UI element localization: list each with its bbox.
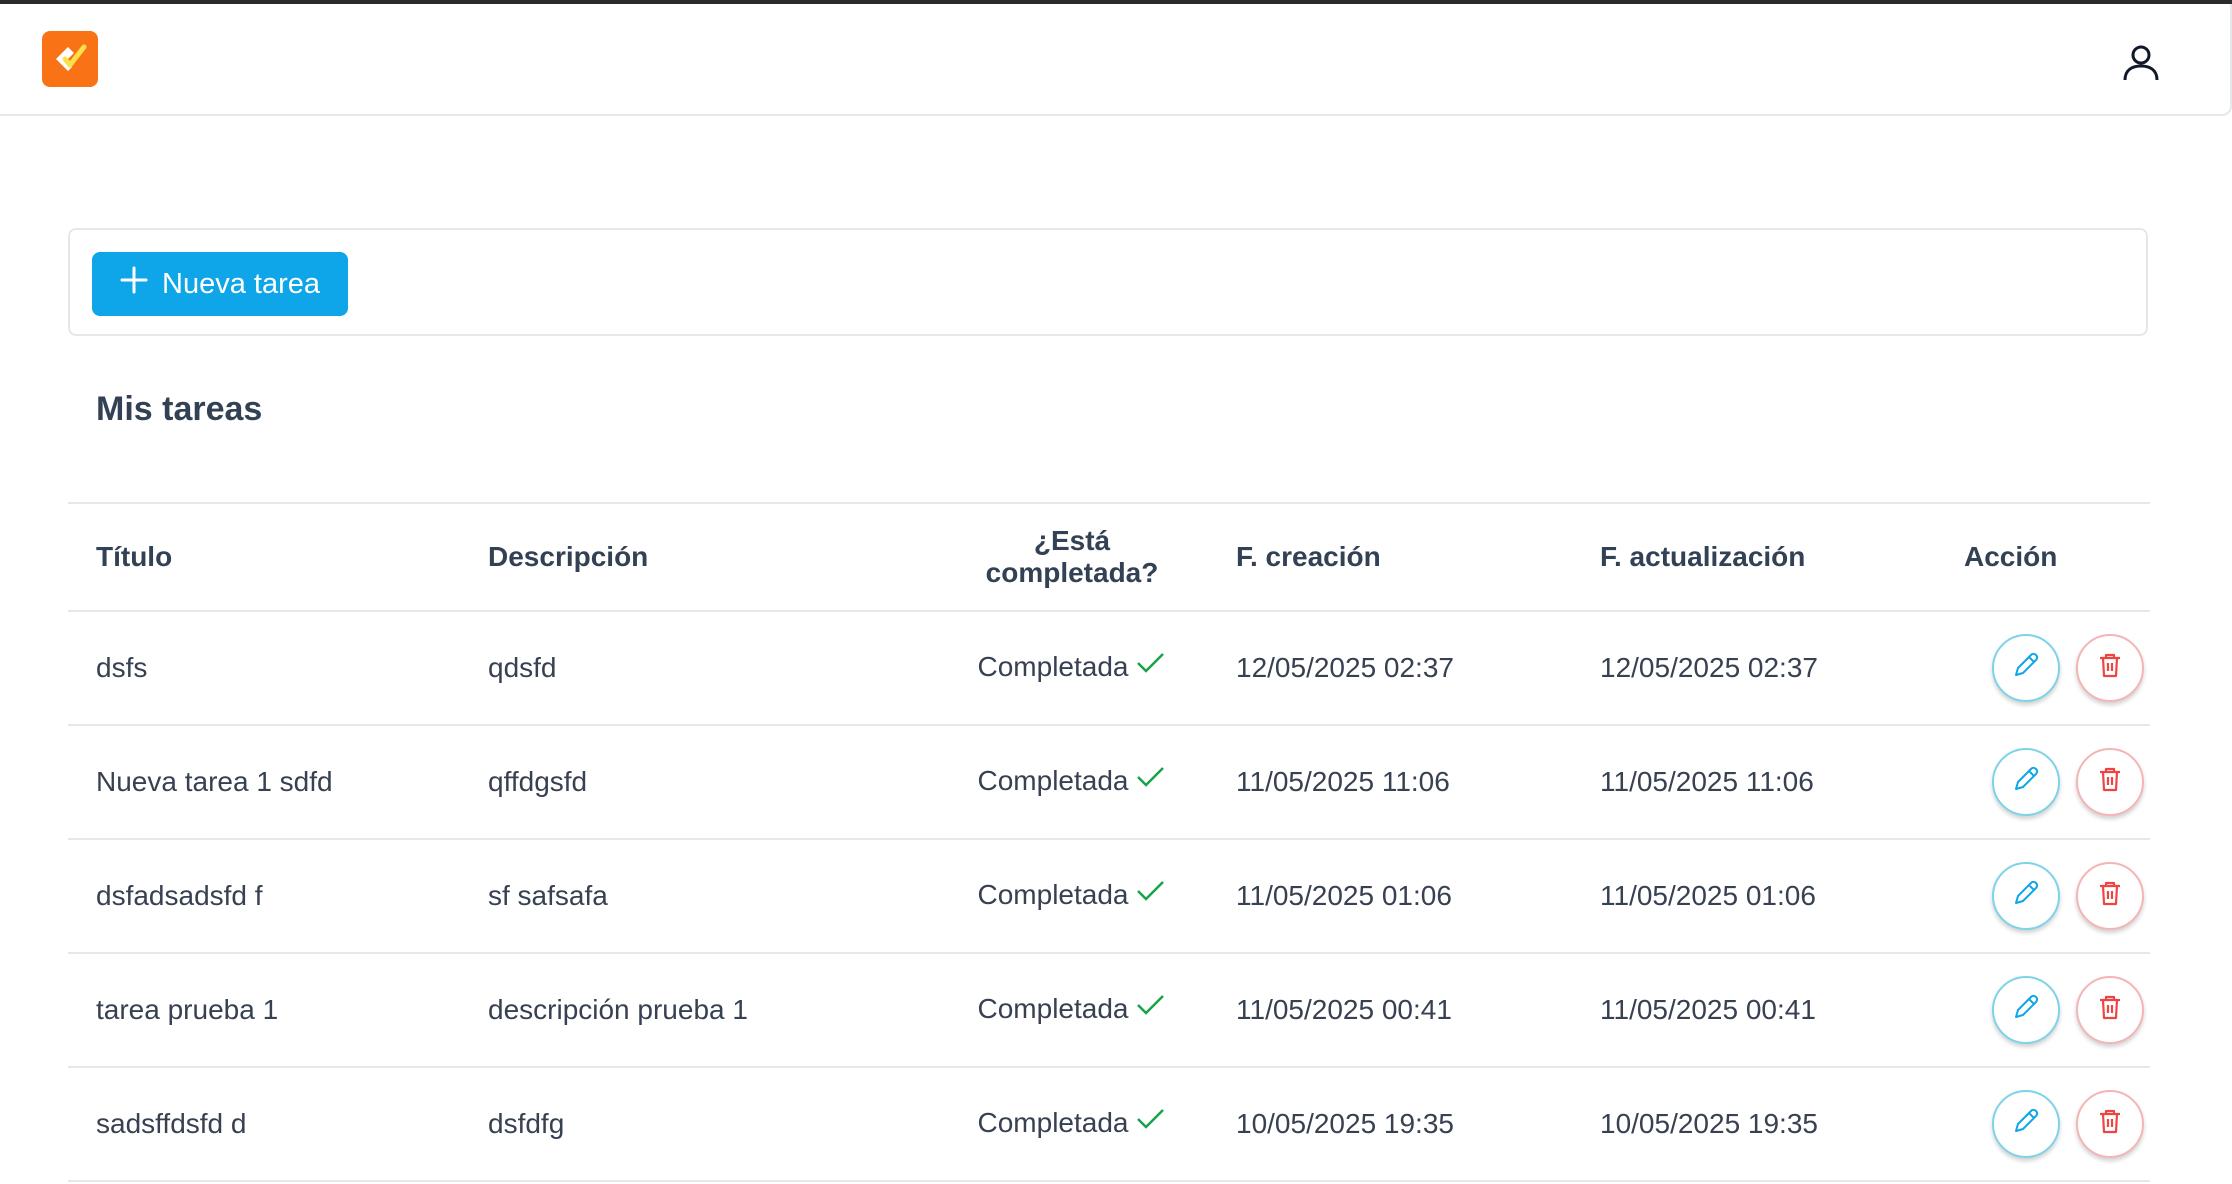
task-actions — [1936, 1067, 2150, 1181]
task-status-cell: Completada — [936, 953, 1208, 1067]
table-row: sadsffdsfd d dsfdfg Completada 10/05/202… — [68, 1067, 2150, 1181]
delete-button[interactable] — [2076, 862, 2144, 930]
task-actions — [1936, 611, 2150, 725]
task-description: descripción prueba 1 — [488, 994, 748, 1025]
edit-button[interactable] — [1992, 976, 2060, 1044]
column-header-completed-line1: ¿Está — [1033, 525, 1111, 556]
pencil-icon — [2011, 878, 2041, 915]
edit-button[interactable] — [1992, 1090, 2060, 1158]
task-created-date: 11/05/2025 00:41 — [1236, 994, 1452, 1025]
task-status-cell: Completada — [936, 839, 1208, 953]
task-created-date: 11/05/2025 01:06 — [1236, 880, 1452, 911]
tasks-table: Título Descripción ¿Está completada? F. … — [68, 502, 2150, 1182]
task-updated-date: 11/05/2025 11:06 — [1600, 766, 1814, 797]
column-header-title: Título — [96, 541, 173, 572]
task-status: Completada — [977, 1107, 1129, 1139]
trash-icon — [2096, 879, 2124, 914]
plus-icon — [120, 266, 148, 302]
task-status-cell: Completada — [936, 725, 1208, 839]
delete-button[interactable] — [2076, 1090, 2144, 1158]
pencil-icon — [2011, 1106, 2041, 1143]
edit-button[interactable] — [1992, 634, 2060, 702]
column-header-completed: ¿Está completada? — [936, 503, 1208, 611]
task-actions — [1936, 839, 2150, 953]
table-row: Nueva tarea 1 sdfd qffdgsfd Completada 1… — [68, 725, 2150, 839]
table-row: tarea prueba 1 descripción prueba 1 Comp… — [68, 953, 2150, 1067]
task-updated-date: 11/05/2025 01:06 — [1600, 880, 1816, 911]
task-title: Nueva tarea 1 sdfd — [96, 766, 333, 797]
delete-button[interactable] — [2076, 634, 2144, 702]
pencil-icon — [2011, 764, 2041, 801]
edit-button[interactable] — [1992, 862, 2060, 930]
task-created-date: 10/05/2025 19:35 — [1236, 1108, 1454, 1139]
check-icon — [1134, 646, 1166, 685]
table-row: dsfadsadsfd f sf safsafa Completada 11/0… — [68, 839, 2150, 953]
task-status: Completada — [977, 879, 1129, 911]
column-header-description: Descripción — [488, 541, 649, 572]
task-updated-date: 12/05/2025 02:37 — [1600, 652, 1818, 683]
delete-button[interactable] — [2076, 976, 2144, 1044]
trash-icon — [2096, 1107, 2124, 1142]
task-created-date: 12/05/2025 02:37 — [1236, 652, 1454, 683]
task-description: dsfdfg — [488, 1108, 565, 1139]
task-status: Completada — [977, 993, 1129, 1025]
task-actions — [1936, 953, 2150, 1067]
task-updated-date: 10/05/2025 19:35 — [1600, 1108, 1818, 1139]
task-status: Completada — [977, 765, 1129, 797]
pencil-icon — [2011, 992, 2041, 1029]
task-description: sf safsafa — [488, 880, 608, 911]
pencil-icon — [2011, 650, 2041, 687]
task-status-cell: Completada — [936, 1067, 1208, 1181]
task-description: qdsfd — [488, 652, 557, 683]
top-navbar — [0, 4, 2232, 116]
task-updated-date: 11/05/2025 00:41 — [1600, 994, 1816, 1025]
edit-button[interactable] — [1992, 748, 2060, 816]
task-description: qffdgsfd — [488, 766, 588, 797]
task-title: sadsffdsfd d — [96, 1108, 247, 1139]
delete-button[interactable] — [2076, 748, 2144, 816]
task-title: tarea prueba 1 — [96, 994, 279, 1025]
check-icon — [1134, 988, 1166, 1027]
column-header-action: Acción — [1964, 541, 2058, 572]
new-task-label: Nueva tarea — [162, 267, 320, 300]
check-icon — [1134, 874, 1166, 913]
trash-icon — [2096, 993, 2124, 1028]
table-header-row: Título Descripción ¿Está completada? F. … — [68, 503, 2150, 611]
trash-icon — [2096, 765, 2124, 800]
task-title: dsfs — [96, 652, 148, 683]
new-task-button[interactable]: Nueva tarea — [92, 252, 348, 316]
check-icon — [1134, 760, 1166, 799]
page-title: Mis tareas — [96, 390, 263, 428]
task-toolbar: Nueva tarea — [68, 228, 2148, 336]
user-icon[interactable] — [2120, 42, 2162, 84]
column-header-updated: F. actualización — [1600, 541, 1806, 572]
task-actions — [1936, 725, 2150, 839]
task-check-logo-icon[interactable] — [42, 31, 98, 87]
task-title: dsfadsadsfd f — [96, 880, 263, 911]
task-created-date: 11/05/2025 11:06 — [1236, 766, 1450, 797]
task-status-cell: Completada — [936, 611, 1208, 725]
check-icon — [1134, 1102, 1166, 1141]
column-header-completed-line2: completada? — [985, 557, 1159, 588]
trash-icon — [2096, 651, 2124, 686]
column-header-created: F. creación — [1236, 541, 1381, 572]
table-row: dsfs qdsfd Completada 12/05/2025 02:37 1… — [68, 611, 2150, 725]
task-status: Completada — [977, 651, 1129, 683]
